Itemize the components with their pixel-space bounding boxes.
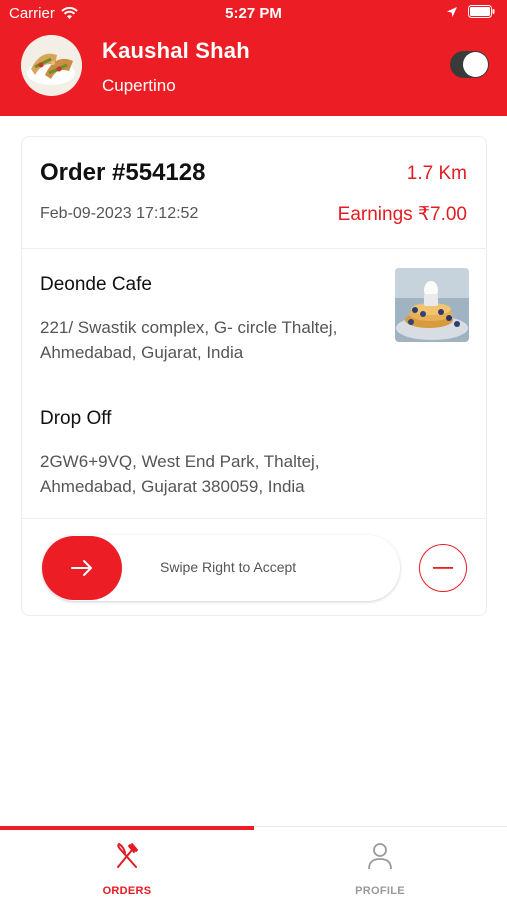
order-number: Order #554128 <box>40 159 206 186</box>
minus-circle-icon <box>433 567 453 569</box>
pickup-address: 221/ Swastik complex, G- circle Thaltej,… <box>40 318 338 362</box>
online-toggle[interactable] <box>450 51 489 78</box>
toggle-knob <box>463 52 488 77</box>
tab-orders[interactable]: ORDERS <box>0 827 254 900</box>
location-arrow-icon <box>447 6 457 17</box>
pickup-name: Deonde Cafe <box>40 274 152 295</box>
food-avatar-image <box>21 35 82 96</box>
order-datetime: Feb-09-2023 17:12:52 <box>40 205 199 222</box>
user-icon <box>368 843 392 870</box>
pancakes-thumbnail <box>395 268 469 342</box>
app-header: Carrier 5:27 PM Kaushal Shah Cupertino <box>0 0 507 116</box>
status-bar: Carrier 5:27 PM <box>0 0 507 28</box>
order-earnings: Earnings ₹7.00 <box>337 204 467 225</box>
swipe-handle[interactable] <box>42 536 122 600</box>
restaurant-thumbnail <box>395 268 469 342</box>
bottom-tab-bar: ORDERS PROFILE <box>0 826 507 900</box>
tab-orders-label: ORDERS <box>102 885 152 897</box>
battery-icon <box>468 5 495 18</box>
divider <box>22 248 486 249</box>
tab-profile-label: PROFILE <box>355 885 405 897</box>
swipe-to-accept-slider[interactable]: Swipe Right to Accept <box>42 535 400 601</box>
order-distance: 1.7 Km <box>406 163 467 184</box>
order-card[interactable]: Order #554128 1.7 Km Feb-09-2023 17:12:5… <box>21 136 487 616</box>
avatar[interactable] <box>21 35 82 96</box>
status-time: 5:27 PM <box>225 5 282 22</box>
divider <box>22 518 486 519</box>
drop-off-label: Drop Off <box>40 408 112 429</box>
arrow-right-icon <box>71 560 92 576</box>
user-name: Kaushal Shah <box>102 38 250 63</box>
status-right <box>446 5 495 18</box>
fork-knife-icon <box>117 842 138 868</box>
swipe-label: Swipe Right to Accept <box>160 559 297 575</box>
user-city: Cupertino <box>102 76 176 95</box>
decline-button[interactable] <box>419 544 467 592</box>
drop-off-address: 2GW6+9VQ, West End Park, Thaltej, Ahmeda… <box>40 452 320 496</box>
tab-profile[interactable]: PROFILE <box>253 827 507 900</box>
